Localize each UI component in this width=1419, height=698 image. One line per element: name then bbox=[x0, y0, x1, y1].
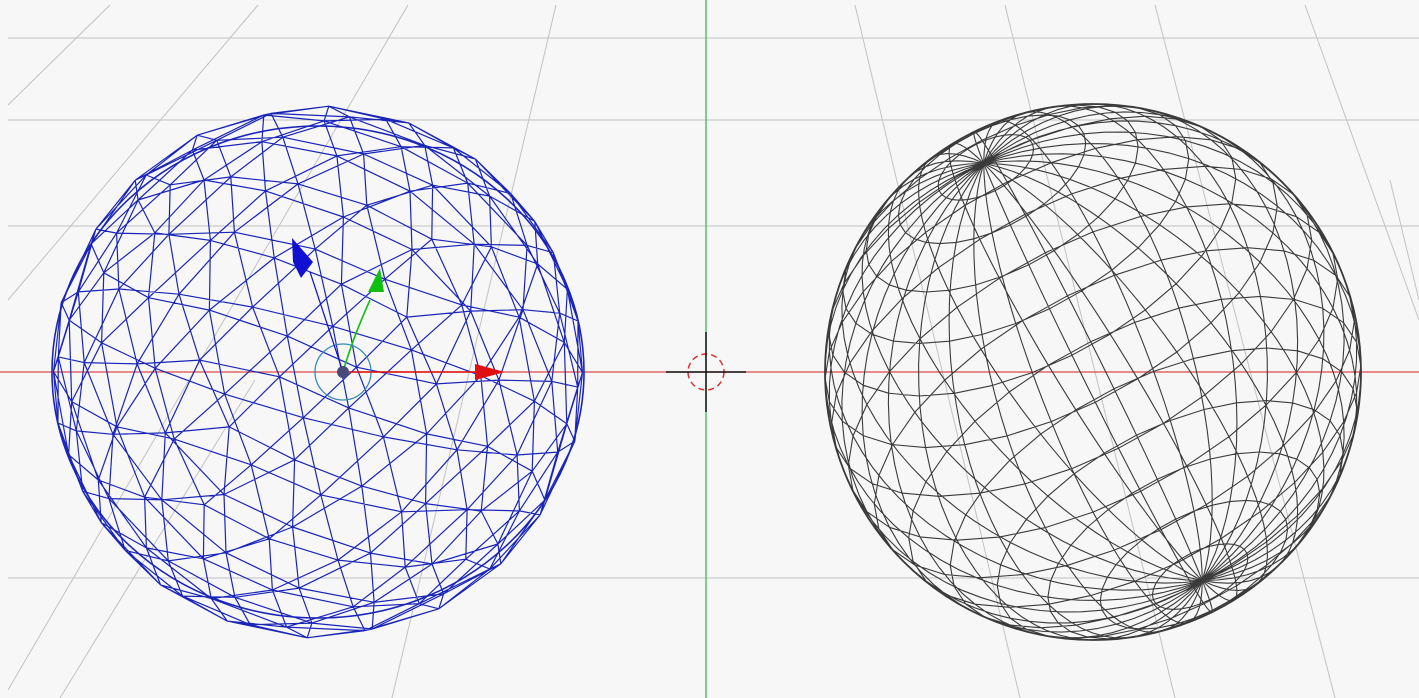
viewport-background bbox=[0, 0, 1419, 698]
3d-viewport[interactable] bbox=[0, 0, 1419, 698]
object-origin-icon bbox=[337, 366, 349, 378]
